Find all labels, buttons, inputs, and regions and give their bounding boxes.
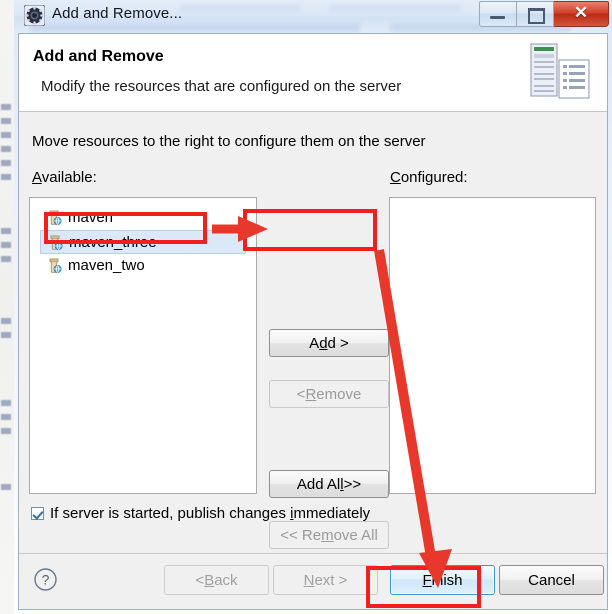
- configured-label: Configured:: [390, 169, 468, 186]
- help-icon[interactable]: ?: [33, 567, 58, 592]
- remove-button: < Remove: [269, 380, 389, 408]
- page-title: Add and Remove: [33, 48, 164, 65]
- next-button: Next >: [273, 565, 378, 595]
- gear-icon: [24, 5, 45, 26]
- publish-immediately-label: If server is started, publish changes im…: [50, 505, 371, 522]
- list-item[interactable]: maven: [40, 206, 246, 230]
- instruction-text: Move resources to the right to configure…: [32, 133, 426, 150]
- minimize-button[interactable]: [479, 1, 517, 27]
- title-bar[interactable]: Add and Remove... ✕: [14, 0, 612, 33]
- list-item-selected[interactable]: maven_three: [40, 230, 246, 254]
- finish-button[interactable]: Finish: [390, 565, 495, 595]
- screenshot-root: Add and Remove... ✕ Add and Remove Modif…: [0, 0, 612, 614]
- available-list[interactable]: maven maven_three maven_two: [29, 197, 257, 494]
- checkbox-checked-icon[interactable]: [31, 507, 44, 520]
- svg-text:?: ?: [42, 572, 50, 588]
- list-item-label: maven_two: [68, 257, 145, 274]
- maximize-button[interactable]: [517, 1, 554, 27]
- close-icon: ✕: [573, 3, 589, 22]
- window-title: Add and Remove...: [52, 5, 183, 22]
- dialog-body: Add and Remove Modify the resources that…: [18, 33, 608, 610]
- remove-all-button: << Re m ove All: [269, 521, 389, 549]
- background-window-edge: [0, 0, 14, 614]
- server-resources-icon: [530, 43, 590, 99]
- list-item-label: maven_three: [69, 234, 157, 251]
- close-button[interactable]: ✕: [554, 1, 609, 27]
- project-icon: [49, 258, 62, 274]
- configured-list[interactable]: [389, 197, 596, 494]
- list-item[interactable]: maven_two: [40, 254, 246, 278]
- minimize-icon: [490, 16, 505, 19]
- add-all-button[interactable]: Add Al l >>: [269, 470, 389, 498]
- project-icon: [50, 235, 63, 251]
- list-item-label: maven: [68, 209, 114, 226]
- publish-immediately-checkbox[interactable]: If server is started, publish changes im…: [31, 505, 370, 522]
- dialog-window: Add and Remove... ✕ Add and Remove Modif…: [14, 0, 612, 612]
- available-label: Available:: [32, 169, 97, 186]
- window-controls: ✕: [479, 1, 609, 27]
- back-button: < Back: [164, 565, 269, 595]
- dialog-footer: ? < Back Next > Finish Cancel: [19, 554, 607, 609]
- maximize-icon: [528, 8, 545, 24]
- add-button[interactable]: Add >: [269, 329, 389, 357]
- page-subtitle: Modify the resources that are configured…: [41, 78, 402, 95]
- cancel-button[interactable]: Cancel: [499, 565, 604, 595]
- main-content: Move resources to the right to configure…: [19, 113, 607, 553]
- project-icon: [49, 210, 62, 226]
- wizard-header: Add and Remove Modify the resources that…: [19, 34, 607, 112]
